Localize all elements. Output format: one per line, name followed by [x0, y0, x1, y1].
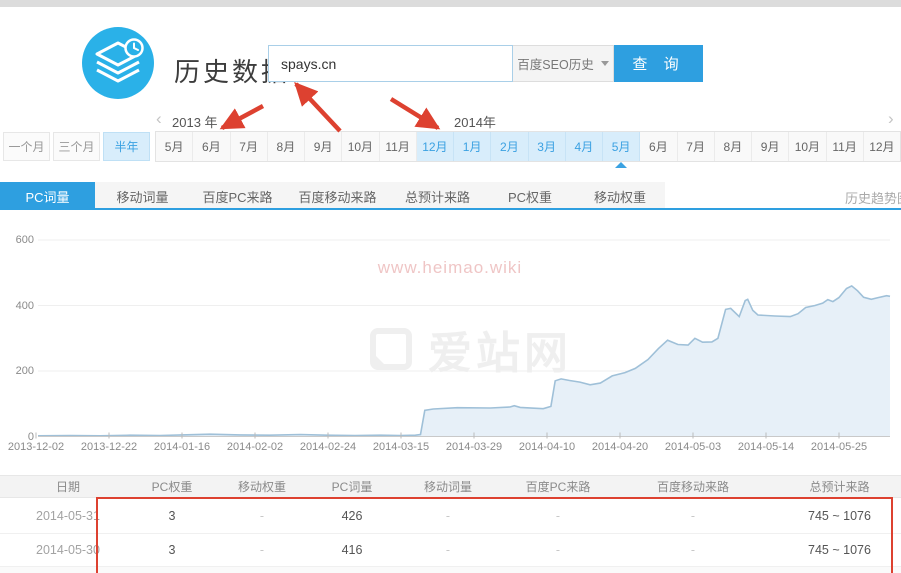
tab-PC权重[interactable]: PC权重	[485, 182, 575, 210]
tab-百度移动来路[interactable]: 百度移动来路	[285, 182, 390, 210]
history-trend-link[interactable]: 历史趋势图	[845, 188, 901, 207]
month-cell-2013-8月[interactable]: 8月	[268, 132, 305, 161]
tab-总预计来路[interactable]: 总预计来路	[390, 182, 485, 210]
table-cell: 2014-05-31	[0, 498, 136, 533]
search-type-label: 百度SEO历史	[517, 54, 593, 73]
table-cell: -	[388, 498, 508, 533]
x-tick-label: 2014-02-24	[292, 441, 364, 453]
month-cell-2014-6月[interactable]: 6月	[640, 132, 677, 161]
search-type-dropdown[interactable]: 百度SEO历史	[513, 45, 614, 82]
page: 历史数据 百度SEO历史 查 询 一个月三个月半年 ‹ 2013 年 2014年…	[0, 0, 901, 573]
month-cell-2013-11月[interactable]: 11月	[380, 132, 417, 161]
trend-area-chart[interactable]	[0, 210, 901, 445]
x-tick-label: 2014-02-02	[219, 441, 291, 453]
chevron-down-icon	[601, 61, 609, 66]
period-tab-半年[interactable]: 半年	[103, 132, 150, 161]
table-cell: -	[208, 534, 316, 566]
query-button[interactable]: 查 询	[614, 45, 703, 82]
table-row[interactable]: 2014-05-313-426---745 ~ 1076	[0, 498, 901, 534]
prev-year-arrow-icon[interactable]: ‹	[156, 110, 162, 127]
month-cell-2013-6月[interactable]: 6月	[193, 132, 230, 161]
month-cell-2014-3月[interactable]: 3月	[529, 132, 566, 161]
y-tick-label: 400	[4, 300, 34, 312]
table-cell: 416	[316, 534, 388, 566]
table-cell: -	[608, 498, 778, 533]
x-tick-label: 2014-04-20	[584, 441, 656, 453]
y-tick-label: 600	[4, 234, 34, 246]
next-year-arrow-icon[interactable]: ›	[888, 110, 894, 127]
table-body: 2014-05-313-426---745 ~ 10762014-05-303-…	[0, 498, 901, 567]
table-row[interactable]: 2014-05-303-416---745 ~ 1076	[0, 534, 901, 567]
period-tab-group: 一个月三个月半年	[3, 132, 150, 161]
column-header-PC权重: PC权重	[136, 476, 208, 497]
table-cell: -	[388, 534, 508, 566]
arrow-to-month-jun-2013	[222, 106, 263, 128]
tab-PC词量[interactable]: PC词量	[0, 182, 95, 210]
month-cell-2014-1月[interactable]: 1月	[454, 132, 491, 161]
x-tick-label: 2014-05-25	[803, 441, 875, 453]
table-cell: 426	[316, 498, 388, 533]
month-cell-2014-2月[interactable]: 2月	[491, 132, 528, 161]
table-next-row-partial	[0, 567, 901, 573]
x-tick-label: 2014-03-15	[365, 441, 437, 453]
table-header-row: 日期PC权重移动权重PC词量移动词量百度PC来路百度移动来路总预计来路	[0, 475, 901, 498]
x-tick-label: 2014-05-14	[730, 441, 802, 453]
arrow-to-month-dec-2013	[391, 99, 438, 128]
column-header-百度PC来路: 百度PC来路	[508, 476, 608, 497]
month-cell-2013-10月[interactable]: 10月	[342, 132, 379, 161]
x-tick-label: 2014-04-10	[511, 441, 583, 453]
year-label-2013: 2013 年	[172, 112, 218, 131]
history-data-logo-icon	[82, 27, 154, 99]
tab-移动词量[interactable]: 移动词量	[95, 182, 190, 210]
table-cell: -	[508, 498, 608, 533]
x-tick-label: 2013-12-02	[0, 441, 72, 453]
top-strip	[0, 0, 901, 7]
selected-month-marker-icon	[615, 162, 627, 168]
table-cell: -	[508, 534, 608, 566]
metric-tab-bar: PC词量移动词量百度PC来路百度移动来路总预计来路PC权重移动权重	[0, 182, 665, 210]
tab-移动权重[interactable]: 移动权重	[575, 182, 665, 210]
month-cell-2014-7月[interactable]: 7月	[678, 132, 715, 161]
month-cell-2014-8月[interactable]: 8月	[715, 132, 752, 161]
month-cell-2013-7月[interactable]: 7月	[231, 132, 268, 161]
x-tick-label: 2014-01-16	[146, 441, 218, 453]
table-cell: -	[208, 498, 316, 533]
month-cell-2013-5月[interactable]: 5月	[156, 132, 193, 161]
x-tick-label: 2013-12-22	[73, 441, 145, 453]
month-cell-2014-10月[interactable]: 10月	[789, 132, 826, 161]
table-cell: 745 ~ 1076	[778, 534, 901, 566]
tab-百度PC来路[interactable]: 百度PC来路	[190, 182, 285, 210]
x-tick-label: 2014-05-03	[657, 441, 729, 453]
column-header-百度移动来路: 百度移动来路	[608, 476, 778, 497]
month-selector-strip: 5月6月7月8月9月10月11月12月1月2月3月4月5月6月7月8月9月10月…	[155, 131, 901, 162]
period-tab-三个月[interactable]: 三个月	[53, 132, 100, 161]
table-cell: 2014-05-30	[0, 534, 136, 566]
column-header-日期: 日期	[0, 476, 136, 497]
month-cell-2014-4月[interactable]: 4月	[566, 132, 603, 161]
table-cell: 745 ~ 1076	[778, 498, 901, 533]
y-tick-label: 200	[4, 365, 34, 377]
column-header-PC词量: PC词量	[316, 476, 388, 497]
month-cell-2014-11月[interactable]: 11月	[827, 132, 864, 161]
x-tick-label: 2014-03-29	[438, 441, 510, 453]
month-cell-2013-9月[interactable]: 9月	[305, 132, 342, 161]
period-tab-一个月[interactable]: 一个月	[3, 132, 50, 161]
arrow-to-search-input	[296, 84, 340, 131]
month-cell-2014-9月[interactable]: 9月	[752, 132, 789, 161]
month-cell-2014-5月[interactable]: 5月	[603, 132, 640, 161]
table-cell: 3	[136, 498, 208, 533]
year-label-2014: 2014年	[454, 112, 496, 131]
table-cell: -	[608, 534, 778, 566]
column-header-移动词量: 移动词量	[388, 476, 508, 497]
table-cell: 3	[136, 534, 208, 566]
month-cell-2014-12月[interactable]: 12月	[864, 132, 900, 161]
column-header-移动权重: 移动权重	[208, 476, 316, 497]
month-cell-2013-12月[interactable]: 12月	[417, 132, 454, 161]
column-header-总预计来路: 总预计来路	[778, 476, 901, 497]
search-input[interactable]	[268, 45, 513, 82]
